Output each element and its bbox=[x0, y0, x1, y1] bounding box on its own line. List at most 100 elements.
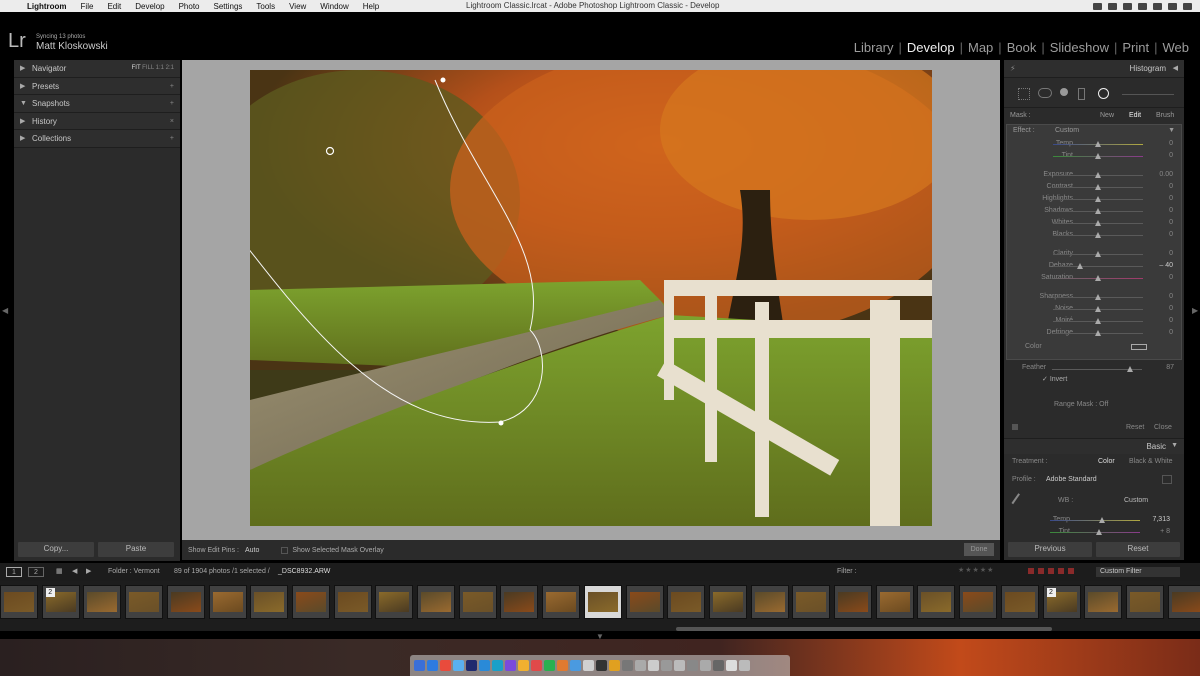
filmstrip-thumbnail[interactable] bbox=[667, 585, 706, 619]
tint-track[interactable] bbox=[1050, 532, 1140, 533]
menu-file[interactable]: File bbox=[74, 2, 101, 11]
module-library[interactable]: Library bbox=[849, 40, 899, 55]
crop-tool-icon[interactable] bbox=[1018, 88, 1030, 100]
reset-mask-button[interactable]: Reset bbox=[1126, 424, 1144, 431]
add-snapshot-button[interactable]: + bbox=[170, 95, 174, 112]
safari-icon[interactable] bbox=[427, 660, 438, 671]
forward-arrow-icon[interactable]: ▶ bbox=[86, 567, 91, 575]
spotlight-icon[interactable] bbox=[1183, 2, 1192, 10]
dehaze-knob[interactable] bbox=[1077, 263, 1083, 269]
lightroom-classic-icon[interactable] bbox=[479, 660, 490, 671]
highlights-value[interactable]: 0 bbox=[1169, 195, 1173, 202]
filmstrip-thumbnail[interactable] bbox=[625, 585, 664, 619]
filmstrip-thumbnail[interactable] bbox=[375, 585, 414, 619]
status-icon[interactable] bbox=[1093, 2, 1102, 10]
filmstrip-thumbnail[interactable] bbox=[333, 585, 372, 619]
status-icon[interactable] bbox=[1123, 2, 1132, 10]
navigator-panel[interactable]: ▶ Navigator FIT FILL 1:1 2:1 bbox=[14, 60, 180, 78]
profile-select[interactable]: Adobe Standard bbox=[1046, 476, 1097, 483]
shadows-knob[interactable] bbox=[1095, 208, 1101, 214]
sharpness-value[interactable]: 0 bbox=[1169, 293, 1173, 300]
collections-panel[interactable]: ▶ Collections + bbox=[14, 130, 180, 148]
menu-tools[interactable]: Tools bbox=[249, 2, 282, 11]
blacks-knob[interactable] bbox=[1095, 232, 1101, 238]
menu-window[interactable]: Window bbox=[313, 2, 355, 11]
mail-icon[interactable] bbox=[453, 660, 464, 671]
module-print[interactable]: Print bbox=[1117, 40, 1154, 55]
app-icon[interactable] bbox=[570, 660, 581, 671]
filmstrip-thumbnail[interactable] bbox=[125, 585, 164, 619]
zoom-1-1[interactable]: 1:1 bbox=[156, 65, 164, 71]
collapse-triangle-icon[interactable]: ▼ bbox=[20, 95, 27, 112]
shadows-value[interactable]: 0 bbox=[1169, 207, 1173, 214]
filmstrip-thumbnail[interactable] bbox=[1167, 585, 1200, 619]
menu-help[interactable]: Help bbox=[356, 2, 386, 11]
blacks-slider[interactable]: Blacks0 bbox=[1007, 230, 1183, 241]
temp-value[interactable]: 7,313 bbox=[1152, 516, 1170, 523]
highlights-knob[interactable] bbox=[1095, 196, 1101, 202]
filmstrip-thumbnail[interactable] bbox=[542, 585, 581, 619]
dehaze-slider[interactable]: Dehaze– 40 bbox=[1007, 261, 1183, 272]
folder-icon[interactable] bbox=[726, 660, 737, 671]
app-icon[interactable] bbox=[596, 660, 607, 671]
calendar-icon[interactable] bbox=[531, 660, 542, 671]
treatment-color-button[interactable]: Color bbox=[1098, 458, 1115, 465]
tint-knob[interactable] bbox=[1096, 529, 1102, 535]
image-canvas[interactable] bbox=[182, 60, 1000, 540]
saturation-knob[interactable] bbox=[1095, 275, 1101, 281]
whites-slider[interactable]: Whites0 bbox=[1007, 218, 1183, 229]
expand-triangle-icon[interactable]: ▶ bbox=[20, 130, 25, 147]
shadows-slider[interactable]: Shadows0 bbox=[1007, 206, 1183, 217]
treatment-bw-button[interactable]: Black & White bbox=[1129, 458, 1173, 465]
folder-icon[interactable] bbox=[713, 660, 724, 671]
range-mask-row[interactable]: Range Mask : Off bbox=[1054, 401, 1108, 408]
right-panel-arrow-icon[interactable]: ▶ bbox=[1192, 306, 1198, 315]
stack-count-badge[interactable]: 2 bbox=[45, 588, 55, 597]
status-icon[interactable] bbox=[1138, 2, 1147, 10]
selected-filename[interactable]: _DSC8932.ARW bbox=[278, 568, 330, 575]
presets-panel[interactable]: ▶ Presets + bbox=[14, 77, 180, 95]
menu-photo[interactable]: Photo bbox=[172, 2, 207, 11]
filmstrip-scrollbar[interactable] bbox=[676, 627, 1052, 631]
filmstrip-thumbnail[interactable] bbox=[875, 585, 914, 619]
contrast-value[interactable]: 0 bbox=[1169, 183, 1173, 190]
zoom-fill[interactable]: FILL bbox=[142, 65, 154, 71]
app-icon[interactable] bbox=[505, 660, 516, 671]
effect-preset-select[interactable]: Custom bbox=[1055, 127, 1079, 134]
defringe-slider[interactable]: Defringe0 bbox=[1007, 328, 1183, 339]
menu-develop[interactable]: Develop bbox=[128, 2, 171, 11]
filmstrip-thumbnail[interactable] bbox=[792, 585, 831, 619]
filmstrip-thumbnail[interactable] bbox=[208, 585, 247, 619]
tint-value[interactable]: + 8 bbox=[1160, 528, 1170, 535]
graduated-filter-icon[interactable] bbox=[1078, 88, 1085, 100]
app-icon[interactable] bbox=[583, 660, 594, 671]
mask-edit-button[interactable]: Edit bbox=[1129, 108, 1141, 123]
custom-filter-select[interactable]: Custom Filter bbox=[1096, 567, 1180, 577]
sync-status[interactable]: Syncing 13 photos bbox=[36, 34, 85, 40]
trash-icon[interactable] bbox=[739, 660, 750, 671]
left-panel-arrow-icon[interactable]: ◀ bbox=[2, 306, 8, 315]
expand-triangle-icon[interactable]: ▶ bbox=[20, 60, 25, 77]
color-swatch[interactable] bbox=[1131, 344, 1147, 350]
clarity-slider[interactable]: Clarity0 bbox=[1007, 249, 1183, 260]
filmstrip-thumbnail[interactable] bbox=[500, 585, 539, 619]
menu-view[interactable]: View bbox=[282, 2, 313, 11]
folder-source[interactable]: Folder : Vermont bbox=[108, 568, 160, 575]
battery-icon[interactable] bbox=[1168, 2, 1177, 10]
brush-tool-icon[interactable] bbox=[1122, 94, 1174, 95]
messages-icon[interactable] bbox=[544, 660, 555, 671]
filmstrip-thumbnail[interactable] bbox=[1000, 585, 1039, 619]
filmstrip-thumbnail[interactable] bbox=[1125, 585, 1164, 619]
menu-settings[interactable]: Settings bbox=[207, 2, 250, 11]
module-slideshow[interactable]: Slideshow bbox=[1045, 40, 1114, 55]
menu-edit[interactable]: Edit bbox=[100, 2, 128, 11]
expand-triangle-icon[interactable]: ▶ bbox=[20, 78, 25, 95]
filmstrip-thumbnail[interactable] bbox=[834, 585, 872, 619]
rating-filter-icon[interactable]: ★★★★★ bbox=[958, 566, 994, 574]
app-icon[interactable] bbox=[648, 660, 659, 671]
filmstrip-thumbnail[interactable]: 2 bbox=[1042, 585, 1081, 619]
clarity-value[interactable]: 0 bbox=[1169, 250, 1173, 257]
zoom-fit[interactable]: FIT bbox=[132, 65, 141, 71]
stack-count-badge[interactable]: 2 bbox=[1046, 588, 1056, 597]
done-button[interactable]: Done bbox=[964, 543, 994, 556]
